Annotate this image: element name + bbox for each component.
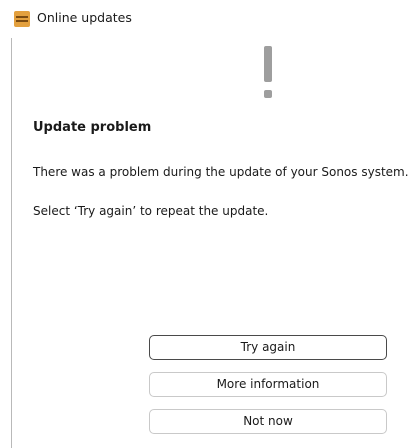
try-again-button[interactable]: Try again <box>149 335 387 360</box>
window-title: Online updates <box>37 10 132 25</box>
dialog-heading: Update problem <box>33 120 152 135</box>
title-bar[interactable]: Online updates <box>0 0 415 40</box>
instruction-message: Select ‘Try again’ to repeat the update. <box>33 204 269 218</box>
exclamation-icon <box>264 46 272 98</box>
problem-message: There was a problem during the update of… <box>33 165 409 179</box>
window-edge-divider <box>11 38 12 448</box>
more-information-button[interactable]: More information <box>149 372 387 397</box>
not-now-button[interactable]: Not now <box>149 409 387 434</box>
sonos-app-icon <box>14 11 30 27</box>
online-updates-window: Online updates Update problem There was … <box>0 0 415 448</box>
